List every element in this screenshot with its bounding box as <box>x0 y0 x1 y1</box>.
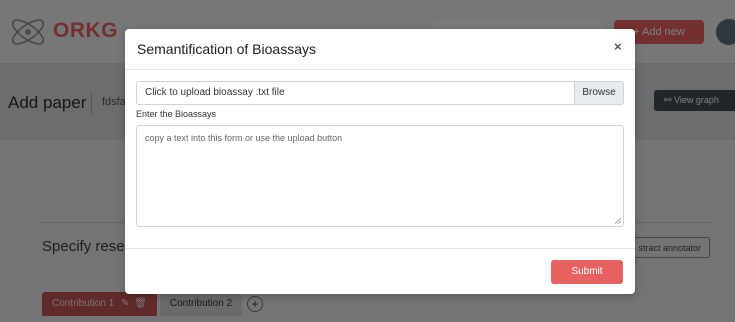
bioassay-file-input[interactable]: Click to upload bioassay .txt file Brows… <box>136 81 624 105</box>
modal-title: Semantification of Bioassays <box>137 41 316 57</box>
submit-button[interactable]: Submit <box>551 260 623 284</box>
bioassay-modal: Semantification of Bioassays × Click to … <box>125 29 635 294</box>
browse-button[interactable]: Browse <box>574 82 623 104</box>
modal-footer-divider <box>125 248 635 249</box>
bioassay-textarea[interactable]: copy a text into this form or use the up… <box>136 125 624 227</box>
resize-grip-icon[interactable] <box>615 218 621 224</box>
textarea-placeholder: copy a text into this form or use the up… <box>145 133 343 143</box>
file-input-label: Click to upload bioassay .txt file <box>145 87 285 98</box>
close-icon[interactable]: × <box>614 39 622 54</box>
bioassay-textarea-label: Enter the Bioassays <box>136 109 217 119</box>
modal-header: Semantification of Bioassays × <box>125 29 635 70</box>
